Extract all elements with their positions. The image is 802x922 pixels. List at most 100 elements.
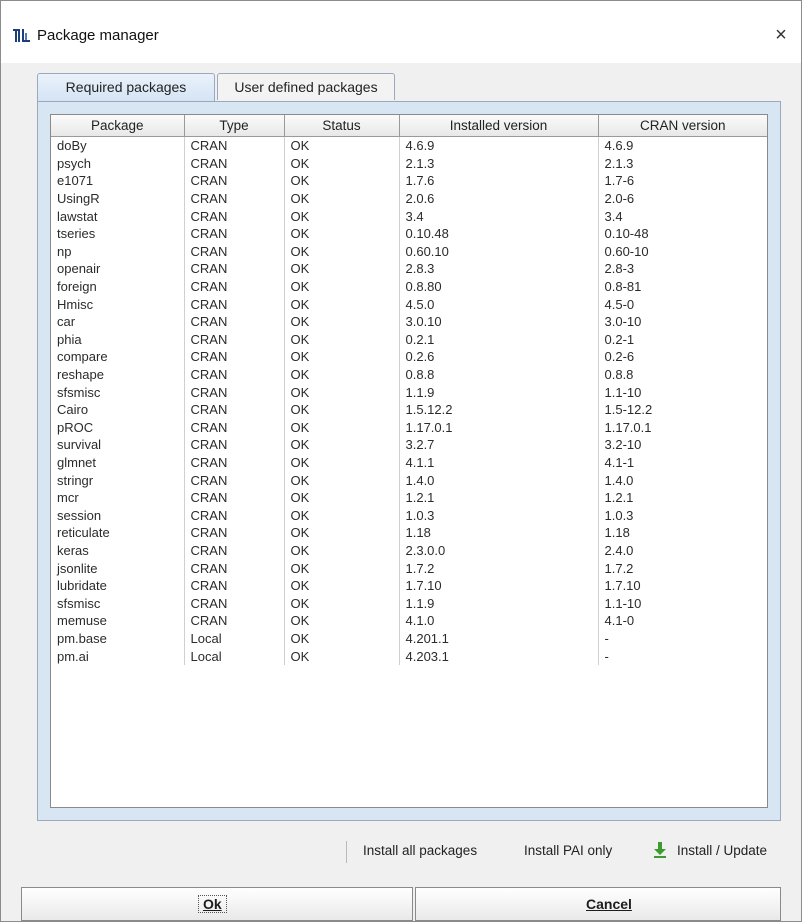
table-row[interactable]: Hmisc CRAN OK 4.5.0 4.5-0 bbox=[51, 295, 767, 313]
cell-cran-version: 1.7.2 bbox=[604, 560, 634, 576]
cell-package: pROC bbox=[51, 418, 185, 437]
table-row[interactable]: pm.ai Local OK 4.203.1- bbox=[51, 647, 767, 665]
packages-table-container[interactable]: Package Type Status Installed version CR… bbox=[50, 114, 768, 808]
table-row[interactable]: glmnet CRAN OK 4.1.1 4.1-1 bbox=[51, 453, 767, 472]
cell-status: OK bbox=[284, 576, 400, 595]
table-row[interactable]: mcr CRAN OK 1.2.1 1.2.1 bbox=[51, 488, 767, 507]
cell-status: OK bbox=[284, 207, 400, 225]
cell-installed-version: 1.5.12.2 bbox=[399, 400, 599, 419]
cell-package: e1071 bbox=[51, 172, 185, 190]
install-update-link[interactable]: Install / Update bbox=[677, 843, 767, 858]
cell-package: keras bbox=[51, 541, 185, 560]
cell-cran-version: 3.0-10 bbox=[604, 314, 642, 330]
cell-cran-version: 1.5-12.2 bbox=[604, 402, 653, 418]
cell-package: car bbox=[51, 312, 185, 331]
cell-installed-version: 1.1.9 bbox=[399, 383, 599, 401]
table-row[interactable]: jsonlite CRAN OK 1.7.2 1.7.2 bbox=[51, 559, 767, 577]
table-row[interactable]: openair CRAN OK 2.8.3 2.8-3 bbox=[51, 260, 767, 278]
table-row[interactable]: np CRAN OK 0.60.10 0.60-10 bbox=[51, 242, 767, 261]
cell-status: OK bbox=[284, 506, 400, 525]
cell-cran-version: 4.1-0 bbox=[604, 613, 635, 629]
cell-package: tseries bbox=[51, 224, 185, 243]
table-row[interactable]: survival CRAN OK 3.2.7 3.2-10 bbox=[51, 436, 767, 454]
cell-package: mcr bbox=[51, 488, 185, 507]
cell-cran-version: 1.4.0 bbox=[604, 472, 634, 488]
table-row[interactable]: lawstat CRAN OK 3.4 3.4 bbox=[51, 207, 767, 225]
column-header-status[interactable]: Status bbox=[284, 115, 400, 137]
cell-cran-version: 0.8-81 bbox=[604, 279, 642, 295]
window-title: Package manager bbox=[37, 27, 159, 44]
table-row[interactable]: pm.base Local OK 4.201.1- bbox=[51, 629, 767, 648]
cell-cran-version: 2.8-3 bbox=[604, 261, 635, 277]
cell-type: CRAN bbox=[184, 260, 285, 278]
cell-status: OK bbox=[284, 383, 400, 401]
cell-status: OK bbox=[284, 224, 400, 243]
table-row[interactable]: tseries CRAN OK 0.10.48 0.10-48 bbox=[51, 224, 767, 243]
table-row[interactable]: sfsmisc CRAN OK 1.1.9 1.1-10 bbox=[51, 594, 767, 613]
table-header-row: Package Type Status Installed version CR… bbox=[51, 115, 767, 137]
table-row[interactable]: keras CRAN OK 2.3.0.0 2.4.0 bbox=[51, 541, 767, 560]
cell-type: CRAN bbox=[184, 383, 285, 401]
cell-type: CRAN bbox=[184, 453, 285, 472]
title-bar[interactable]: Package manager × bbox=[1, 1, 801, 63]
table-row[interactable]: Cairo CRAN OK 1.5.12.2 1.5-12.2 bbox=[51, 400, 767, 419]
install-actions-bar: Install all packages Install PAI only In… bbox=[1, 841, 801, 863]
cell-installed-version: 2.3.0.0 bbox=[399, 541, 599, 560]
cell-type: CRAN bbox=[184, 242, 285, 261]
ok-button[interactable]: Ok bbox=[21, 887, 413, 921]
table-row[interactable]: reshape CRAN OK 0.8.8 0.8.8 bbox=[51, 365, 767, 384]
cell-status: OK bbox=[284, 136, 400, 155]
cell-status: OK bbox=[284, 348, 400, 366]
cell-type: CRAN bbox=[184, 576, 285, 595]
table-row[interactable]: e1071 CRAN OK 1.7.6 1.7-6 bbox=[51, 172, 767, 190]
table-row[interactable]: memuse CRAN OK 4.1.0 4.1-0 bbox=[51, 612, 767, 630]
table-row[interactable]: pROC CRAN OK 1.17.0.1 1.17.0.1 bbox=[51, 418, 767, 437]
package-manager-window: Package manager × Required packages User… bbox=[0, 0, 802, 922]
cell-installed-version: 2.1.3 bbox=[399, 154, 599, 173]
table-row[interactable]: reticulate CRAN OK 1.18 1.18 bbox=[51, 524, 767, 542]
table-row[interactable]: stringr CRAN OK 1.4.0 1.4.0 bbox=[51, 471, 767, 489]
ok-label-text: Ok bbox=[203, 896, 222, 912]
cell-status: OK bbox=[284, 594, 400, 613]
tab-user-defined-packages[interactable]: User defined packages bbox=[217, 73, 395, 100]
tab-required-packages[interactable]: Required packages bbox=[37, 73, 215, 102]
table-row[interactable]: phia CRAN OK 0.2.1 0.2-1 bbox=[51, 330, 767, 349]
table-row[interactable]: session CRAN OK 1.0.3 1.0.3 bbox=[51, 506, 767, 525]
cell-cran-version: 2.0-6 bbox=[604, 191, 635, 207]
table-row[interactable]: lubridate CRAN OK 1.7.10 1.7.10 bbox=[51, 576, 767, 595]
cell-status: OK bbox=[284, 471, 400, 489]
table-row[interactable]: sfsmisc CRAN OK 1.1.9 1.1-10 bbox=[51, 383, 767, 401]
table-row[interactable]: UsingR CRAN OK 2.0.6 2.0-6 bbox=[51, 189, 767, 208]
cell-package: session bbox=[51, 506, 185, 525]
column-header-package[interactable]: Package bbox=[51, 115, 185, 137]
close-button[interactable]: × bbox=[767, 21, 795, 49]
install-pai-only-link[interactable]: Install PAI only bbox=[524, 843, 612, 858]
column-header-type[interactable]: Type bbox=[184, 115, 285, 137]
cell-installed-version: 4.5.0 bbox=[399, 295, 599, 313]
table-row[interactable]: car CRAN OK 3.0.10 3.0-10 bbox=[51, 312, 767, 331]
download-arrow-icon[interactable] bbox=[653, 842, 667, 858]
table-row[interactable]: foreign CRAN OK 0.8.80 0.8-81 bbox=[51, 277, 767, 296]
cell-type: Local bbox=[184, 647, 285, 665]
cell-cran-version: 0.2-6 bbox=[604, 349, 635, 365]
cell-package: compare bbox=[51, 348, 185, 366]
cell-cran-version: 3.4 bbox=[604, 208, 623, 224]
cancel-label-text: Cancel bbox=[586, 896, 632, 912]
table-row[interactable]: doBy CRAN OK 4.6.9 4.6.9 bbox=[51, 136, 767, 155]
table-row[interactable]: compare CRAN OK 0.2.6 0.2-6 bbox=[51, 348, 767, 366]
table-row[interactable]: psych CRAN OK 2.1.3 2.1.3 bbox=[51, 154, 767, 173]
ok-button-label: Ok bbox=[198, 895, 227, 913]
cell-type: CRAN bbox=[184, 189, 285, 208]
column-header-cran-version[interactable]: CRAN version bbox=[598, 115, 767, 137]
actions-separator bbox=[346, 841, 347, 863]
install-all-packages-link[interactable]: Install all packages bbox=[363, 843, 477, 858]
cell-status: OK bbox=[284, 365, 400, 384]
cell-cran-version: 1.7.10 bbox=[604, 578, 641, 594]
close-icon[interactable]: × bbox=[775, 24, 787, 46]
cell-installed-version: 4.203.1 bbox=[399, 647, 599, 665]
column-header-installed-version[interactable]: Installed version bbox=[399, 115, 599, 137]
cell-package: UsingR bbox=[51, 189, 185, 208]
cell-installed-version: 1.7.2 bbox=[399, 559, 599, 577]
cancel-button[interactable]: Cancel bbox=[415, 887, 781, 921]
cell-type: CRAN bbox=[184, 330, 285, 349]
